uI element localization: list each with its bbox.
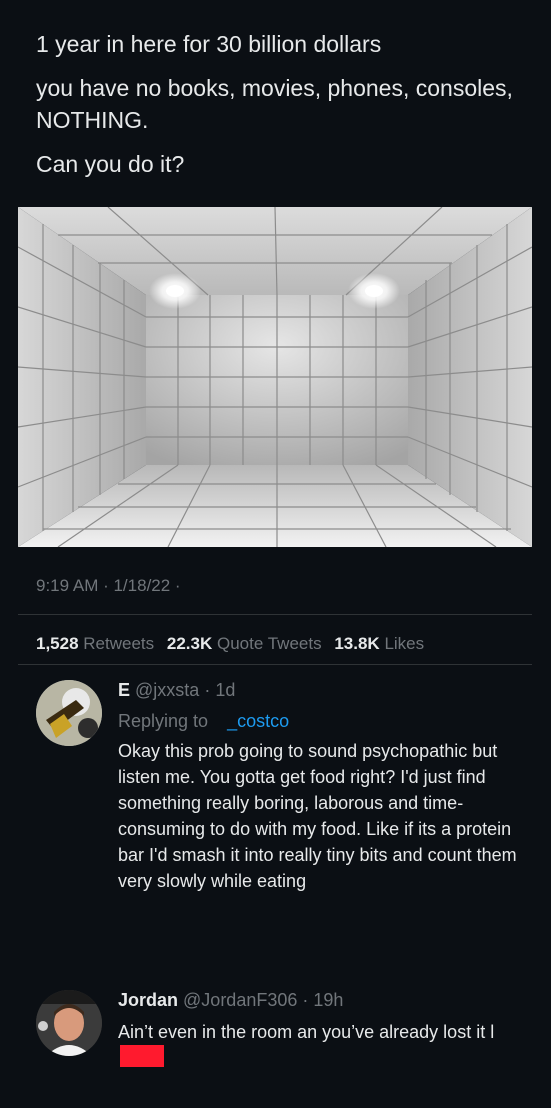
tweet-timestamp[interactable]: 9:19 AM · 1/18/22 · bbox=[36, 576, 181, 596]
replying-to-label: Replying to bbox=[118, 711, 209, 731]
padded-room-illustration bbox=[18, 207, 532, 547]
replying-to-handle[interactable]: _costco bbox=[227, 711, 289, 731]
retweets-label: Retweets bbox=[83, 634, 155, 653]
avatar-icon bbox=[36, 990, 102, 1056]
reply-item[interactable]: Jordan @JordanF306 · 19h Ain’t even in t… bbox=[118, 990, 528, 1071]
reply-author-name[interactable]: Jordan bbox=[118, 990, 178, 1010]
reply-time: · 1d bbox=[204, 680, 236, 700]
reply-author-handle[interactable]: @JordanF306 bbox=[183, 990, 297, 1010]
tweet-line: Can you do it? bbox=[36, 151, 185, 177]
tweet-line: 1 year in here for 30 billion dollars bbox=[36, 31, 382, 57]
quotes-label: Quote Tweets bbox=[217, 634, 322, 653]
redaction-box bbox=[120, 1045, 164, 1067]
avatar[interactable] bbox=[36, 990, 102, 1056]
retweets-count: 1,528 bbox=[36, 634, 79, 653]
engagement-stats: 1,528 Retweets 22.3K Quote Tweets 13.8K … bbox=[36, 634, 424, 654]
reply-text-container: Ain’t even in the room an you’ve already… bbox=[118, 1019, 498, 1071]
tweet-line: you have no books, movies, phones, conso… bbox=[36, 75, 513, 133]
divider bbox=[18, 614, 532, 615]
reply-author-handle[interactable]: @jxxsta bbox=[135, 680, 199, 700]
reply-author-name[interactable]: E bbox=[118, 680, 130, 700]
quotes-count: 22.3K bbox=[166, 634, 213, 653]
reply-text: Ain’t even in the room an you’ve already… bbox=[118, 1022, 495, 1042]
replying-to: Replying to _costco bbox=[118, 711, 528, 732]
retweets-stat[interactable]: 1,528 Retweets bbox=[36, 634, 154, 653]
likes-label: Likes bbox=[384, 634, 425, 653]
divider bbox=[18, 664, 532, 665]
avatar-icon bbox=[36, 680, 102, 746]
reply-text: Okay this prob going to sound psychopath… bbox=[118, 741, 517, 891]
likes-stat[interactable]: 13.8K Likes bbox=[334, 634, 424, 653]
tweet-image-padded-room[interactable] bbox=[18, 207, 532, 547]
tweet-text: 1 year in here for 30 billion dollars yo… bbox=[36, 28, 516, 192]
likes-count: 13.8K bbox=[334, 634, 380, 653]
reply-time: · 19h bbox=[302, 990, 344, 1010]
reply-header: E @jxxsta · 1d bbox=[118, 680, 528, 701]
reply-header: Jordan @JordanF306 · 19h bbox=[118, 990, 528, 1011]
quote-tweets-stat[interactable]: 22.3K Quote Tweets bbox=[167, 634, 322, 653]
reply-item[interactable]: E @jxxsta · 1d Replying to _costco Okay … bbox=[118, 680, 528, 894]
avatar[interactable] bbox=[36, 680, 102, 746]
